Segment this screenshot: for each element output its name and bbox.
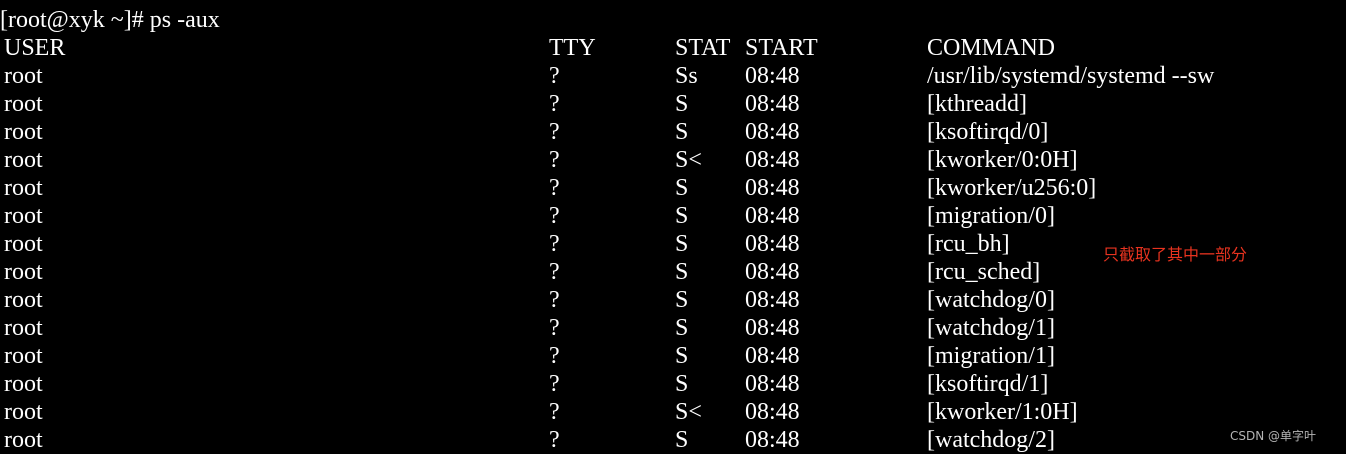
cell-start: 08:48 (745, 287, 800, 313)
cell-command: [kworker/0:0H] (927, 147, 1078, 173)
cell-user: root (4, 399, 43, 425)
cell-command: [migration/1] (927, 343, 1055, 369)
cell-start: 08:48 (745, 91, 800, 117)
cell-tty: ? (549, 91, 560, 117)
cell-user: root (4, 119, 43, 145)
cell-user: root (4, 371, 43, 397)
cell-start: 08:48 (745, 371, 800, 397)
cell-stat: S (675, 203, 689, 229)
cell-start: 08:48 (745, 259, 800, 285)
cell-user: root (4, 175, 43, 201)
cell-command: [watchdog/0] (927, 287, 1055, 313)
cell-start: 08:48 (745, 231, 800, 257)
cell-user: root (4, 91, 43, 117)
prompt-line: [root@xyk ~]# ps -aux (0, 7, 220, 33)
cell-stat: S (675, 315, 689, 341)
header-stat: STAT (675, 35, 731, 61)
cell-stat: S (675, 119, 689, 145)
cell-start: 08:48 (745, 203, 800, 229)
cell-tty: ? (549, 343, 560, 369)
cell-command: [watchdog/1] (927, 315, 1055, 341)
cell-command: [ksoftirqd/1] (927, 371, 1049, 397)
cell-tty: ? (549, 371, 560, 397)
cell-tty: ? (549, 315, 560, 341)
cell-stat: S (675, 343, 689, 369)
cell-command: [watchdog/2] (927, 427, 1055, 453)
cell-stat: S< (675, 147, 702, 173)
cell-command: [ksoftirqd/0] (927, 119, 1049, 145)
cell-tty: ? (549, 427, 560, 453)
cell-start: 08:48 (745, 63, 800, 89)
cell-command: [migration/0] (927, 203, 1055, 229)
cell-tty: ? (549, 147, 560, 173)
cell-start: 08:48 (745, 343, 800, 369)
cell-user: root (4, 203, 43, 229)
cell-stat: S (675, 287, 689, 313)
cell-tty: ? (549, 287, 560, 313)
cell-stat: S (675, 427, 689, 453)
terminal-window[interactable]: [root@xyk ~]# ps -aux USERPID%CPU%MEMVSZ… (0, 0, 1346, 454)
cell-tty: ? (549, 119, 560, 145)
watermark: CSDN @单字叶 (1230, 429, 1317, 443)
cell-stat: S (675, 259, 689, 285)
cell-start: 08:48 (745, 175, 800, 201)
cell-tty: ? (549, 175, 560, 201)
cell-tty: ? (549, 203, 560, 229)
header-start: START (745, 35, 818, 61)
cell-command: [kworker/u256:0] (927, 175, 1097, 201)
header-user: USER (4, 35, 66, 61)
cell-command: [kworker/1:0H] (927, 399, 1078, 425)
cell-user: root (4, 427, 43, 453)
cell-user: root (4, 315, 43, 341)
cell-command: [rcu_sched] (927, 259, 1041, 285)
cell-start: 08:48 (745, 147, 800, 173)
cell-user: root (4, 63, 43, 89)
header-tty: TTY (549, 35, 596, 61)
cell-stat: S (675, 175, 689, 201)
cell-command: [kthreadd] (927, 91, 1027, 117)
cell-tty: ? (549, 63, 560, 89)
cell-stat: S (675, 91, 689, 117)
cell-command: [rcu_bh] (927, 231, 1010, 257)
cell-user: root (4, 231, 43, 257)
cell-user: root (4, 343, 43, 369)
cell-tty: ? (549, 399, 560, 425)
cell-start: 08:48 (745, 427, 800, 453)
cell-start: 08:48 (745, 119, 800, 145)
annotation-note: 只截取了其中一部分 (1103, 245, 1248, 264)
cell-stat: S< (675, 399, 702, 425)
cell-tty: ? (549, 259, 560, 285)
cell-start: 08:48 (745, 315, 800, 341)
cell-start: 08:48 (745, 399, 800, 425)
cell-stat: Ss (675, 63, 698, 89)
header-command: COMMAND (927, 35, 1056, 61)
cell-tty: ? (549, 231, 560, 257)
cell-user: root (4, 147, 43, 173)
cell-command: /usr/lib/systemd/systemd --sw (927, 63, 1215, 89)
cell-stat: S (675, 371, 689, 397)
cell-stat: S (675, 231, 689, 257)
cell-user: root (4, 287, 43, 313)
cell-user: root (4, 259, 43, 285)
